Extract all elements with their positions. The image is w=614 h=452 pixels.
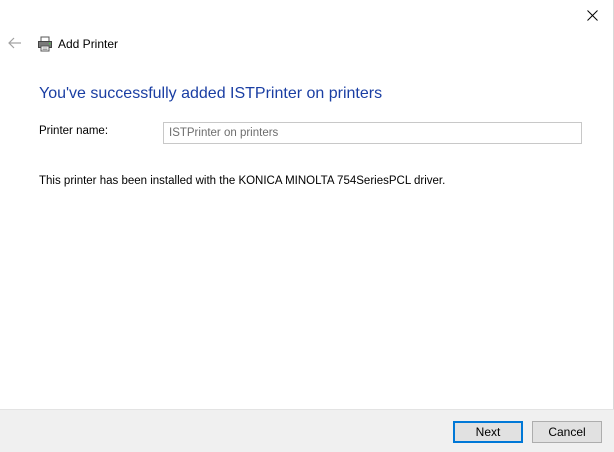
footer-bar: Next Cancel: [0, 409, 614, 452]
window-title: Add Printer: [58, 37, 119, 51]
add-printer-window: Add Printer You've successfully added IS…: [0, 0, 614, 452]
back-arrow-icon: [8, 37, 21, 49]
printer-name-label: Printer name:: [39, 125, 109, 137]
printer-icon: [38, 36, 52, 52]
back-button[interactable]: [4, 32, 26, 54]
close-icon: [586, 9, 598, 21]
close-button[interactable]: [570, 0, 614, 30]
page-title: You've successfully added ISTPrinter on …: [39, 85, 383, 102]
cancel-button[interactable]: Cancel: [532, 421, 602, 443]
printer-name-input[interactable]: [163, 122, 582, 144]
driver-info-text: This printer has been installed with the…: [39, 175, 446, 187]
next-button[interactable]: Next: [453, 421, 523, 443]
